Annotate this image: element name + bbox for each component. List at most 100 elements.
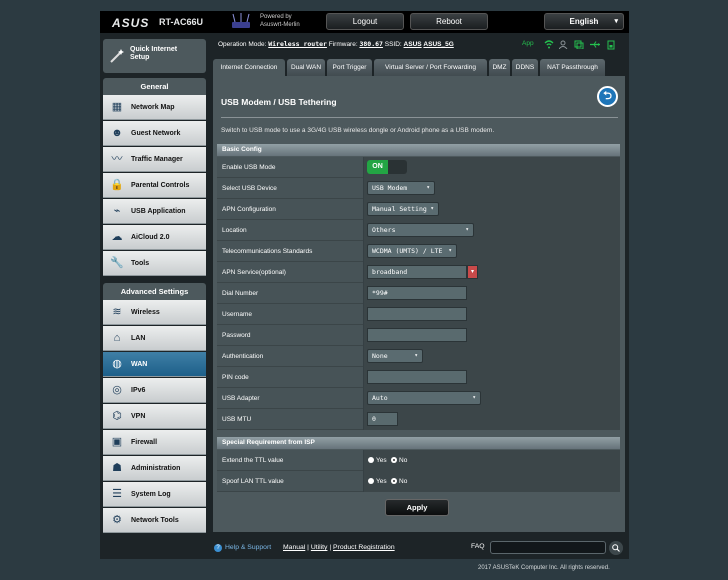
wifi-status-icon[interactable] <box>544 40 554 49</box>
extend-ttl-label: Extend the TTL value <box>222 457 284 464</box>
authentication-select[interactable]: None ▾ <box>367 349 423 363</box>
search-icon[interactable] <box>609 541 623 555</box>
location-value: Others <box>372 226 396 234</box>
admin-icon: ☗ <box>112 462 122 474</box>
app-label[interactable]: App <box>522 40 534 47</box>
sidebar-item-usb-application[interactable]: ⌁ USB Application <box>103 199 206 224</box>
home-icon: ⌂ <box>113 332 121 344</box>
apn-service-input[interactable]: broadband <box>367 265 467 279</box>
sidebar-item-label: AiCloud 2.0 <box>131 234 170 241</box>
sidebar-item-tools[interactable]: 🔧 Tools <box>103 251 206 276</box>
ssid-5g-link[interactable]: ASUS_5G <box>423 41 453 48</box>
spoof-ttl-yes-radio[interactable]: Yes <box>368 478 387 485</box>
pin-code-input[interactable] <box>367 370 467 384</box>
password-input[interactable] <box>367 328 467 342</box>
usb-mtu-input[interactable]: 0 <box>367 412 398 426</box>
magic-wand-icon <box>110 49 124 63</box>
no-label: No <box>399 457 408 464</box>
usb-mtu-row: USB MTU 0 <box>217 409 620 430</box>
faq-search-input[interactable] <box>490 541 606 554</box>
sidebar-item-wireless[interactable]: ≋ Wireless <box>103 300 206 325</box>
sidebar-item-vpn[interactable]: ⌬ VPN <box>103 404 206 429</box>
sidebar-item-lan[interactable]: ⌂ LAN <box>103 326 206 351</box>
apply-button[interactable]: Apply <box>385 499 449 516</box>
quick-setup-label: Quick Internet Setup <box>130 46 177 62</box>
sidebar-item-network-tools[interactable]: ⚙ Network Tools <box>103 508 206 533</box>
tab-port-trigger[interactable]: Port Trigger <box>327 59 372 76</box>
sidebar-item-administration[interactable]: ☗ Administration <box>103 456 206 481</box>
basic-config-header: Basic Config <box>217 144 620 156</box>
sidebar-item-network-map[interactable]: ▦ Network Map <box>103 95 206 120</box>
sidebar-item-firewall[interactable]: ▣ Firewall <box>103 430 206 455</box>
sidebar-item-label: LAN <box>131 335 146 342</box>
logout-button[interactable]: Logout <box>326 13 404 30</box>
sidebar-item-guest-network[interactable]: ☻ Guest Network <box>103 121 206 146</box>
asus-logo: ASUS <box>112 16 150 30</box>
sidebar-item-wan[interactable]: ◍ WAN <box>103 352 206 377</box>
utility-link[interactable]: Utility <box>311 544 328 551</box>
language-select[interactable]: English ▾ <box>544 13 624 30</box>
manual-link[interactable]: Manual <box>283 544 305 551</box>
content-panel: ⮌ USB Modem / USB Tethering Switch to US… <box>213 76 625 532</box>
page-description: Switch to USB mode to use a 3G/4G USB wi… <box>221 127 495 134</box>
tab-dmz[interactable]: DMZ <box>489 59 510 76</box>
quick-internet-setup-button[interactable]: Quick Internet Setup <box>103 39 206 73</box>
sidebar-item-label: Tools <box>131 260 150 267</box>
location-select[interactable]: Others ▾ <box>367 223 474 237</box>
sidebar-item-aicloud-2-0[interactable]: ☁ AiCloud 2.0 <box>103 225 206 250</box>
usb-status-icon[interactable] <box>589 40 601 49</box>
firmware-link[interactable]: 380.67 <box>359 40 382 48</box>
sidebar-item-traffic-manager[interactable]: 〰 Traffic Manager <box>103 147 206 172</box>
battery-status-icon[interactable] <box>607 40 615 50</box>
telecom-standards-select[interactable]: WCDMA (UMTS) / LTE ▾ <box>367 244 457 258</box>
extend-ttl-yes-radio[interactable]: Yes <box>368 457 387 464</box>
sidebar-item-label: Wireless <box>131 309 160 316</box>
password-label: Password <box>222 332 251 339</box>
extend-ttl-no-radio[interactable]: No <box>391 457 407 464</box>
product-registration-link[interactable]: Product Registration <box>333 544 395 551</box>
tab-internet-connection[interactable]: Internet Connection <box>213 59 285 76</box>
pin-code-row: PIN code <box>217 367 620 388</box>
operation-mode-label: Operation Mode: <box>218 41 267 48</box>
sidebar-item-ipv6[interactable]: ◎ IPv6 <box>103 378 206 403</box>
sidebar-item-system-log[interactable]: ☰ System Log <box>103 482 206 507</box>
usb-icon: ⌁ <box>113 205 121 217</box>
sidebar-item-label: WAN <box>131 361 148 368</box>
tab-virtual-server[interactable]: Virtual Server / Port Forwarding <box>374 59 487 76</box>
usb-device-select[interactable]: USB Modem ▾ <box>367 181 435 195</box>
spoof-ttl-no-radio[interactable]: No <box>391 478 407 485</box>
select-usb-device-row: Select USB Device USB Modem ▾ <box>217 178 620 199</box>
apn-dropdown-chevron-icon[interactable]: ▾ <box>467 265 478 279</box>
usb-adapter-select[interactable]: Auto ▾ <box>367 391 481 405</box>
system-log-icon: ☰ <box>112 488 122 500</box>
help-support-link[interactable]: Help & Support <box>225 544 271 551</box>
status-line: Operation Mode: Wireless router Firmware… <box>218 40 454 48</box>
faq-label: FAQ <box>471 543 485 550</box>
reboot-button[interactable]: Reboot <box>410 13 488 30</box>
extend-ttl-row: Extend the TTL value Yes No <box>217 450 620 471</box>
ssid-2g-link[interactable]: ASUS <box>404 41 422 48</box>
quick-setup-line1: Quick Internet <box>130 46 178 53</box>
dial-number-input[interactable]: *99# <box>367 286 467 300</box>
page-title: USB Modem / USB Tethering <box>221 97 337 107</box>
chevron-down-icon: ▾ <box>448 247 452 254</box>
sidebar-item-label: Parental Controls <box>131 182 190 189</box>
sidebar-item-parental-controls[interactable]: 🔒 Parental Controls <box>103 173 206 198</box>
powered-by-line2: Asuswrt-Merlin <box>260 22 300 28</box>
tab-nat-passthrough[interactable]: NAT Passthrough <box>540 59 605 76</box>
apn-configuration-select[interactable]: Manual Setting ▾ <box>367 202 439 216</box>
usb-adapter-row: USB Adapter Auto ▾ <box>217 388 620 409</box>
operation-mode-link[interactable]: Wireless router <box>268 40 327 48</box>
tab-ddns[interactable]: DDNS <box>512 59 538 76</box>
guest-status-icon[interactable] <box>559 40 569 49</box>
footer-bar: ? Help & Support Manual | Utility | Prod… <box>100 537 629 559</box>
back-arrow-icon[interactable]: ⮌ <box>597 86 618 107</box>
sidebar-item-label: IPv6 <box>131 387 146 394</box>
tab-dual-wan[interactable]: Dual WAN <box>287 59 325 76</box>
username-input[interactable] <box>367 307 467 321</box>
chevron-down-icon: ▾ <box>430 205 434 212</box>
enable-usb-mode-toggle[interactable]: ON <box>367 160 407 174</box>
radio-unselected-icon <box>368 457 374 463</box>
copy-status-icon[interactable] <box>574 40 584 49</box>
copyright-text: 2017 ASUSTeK Computer Inc. All rights re… <box>478 565 610 571</box>
